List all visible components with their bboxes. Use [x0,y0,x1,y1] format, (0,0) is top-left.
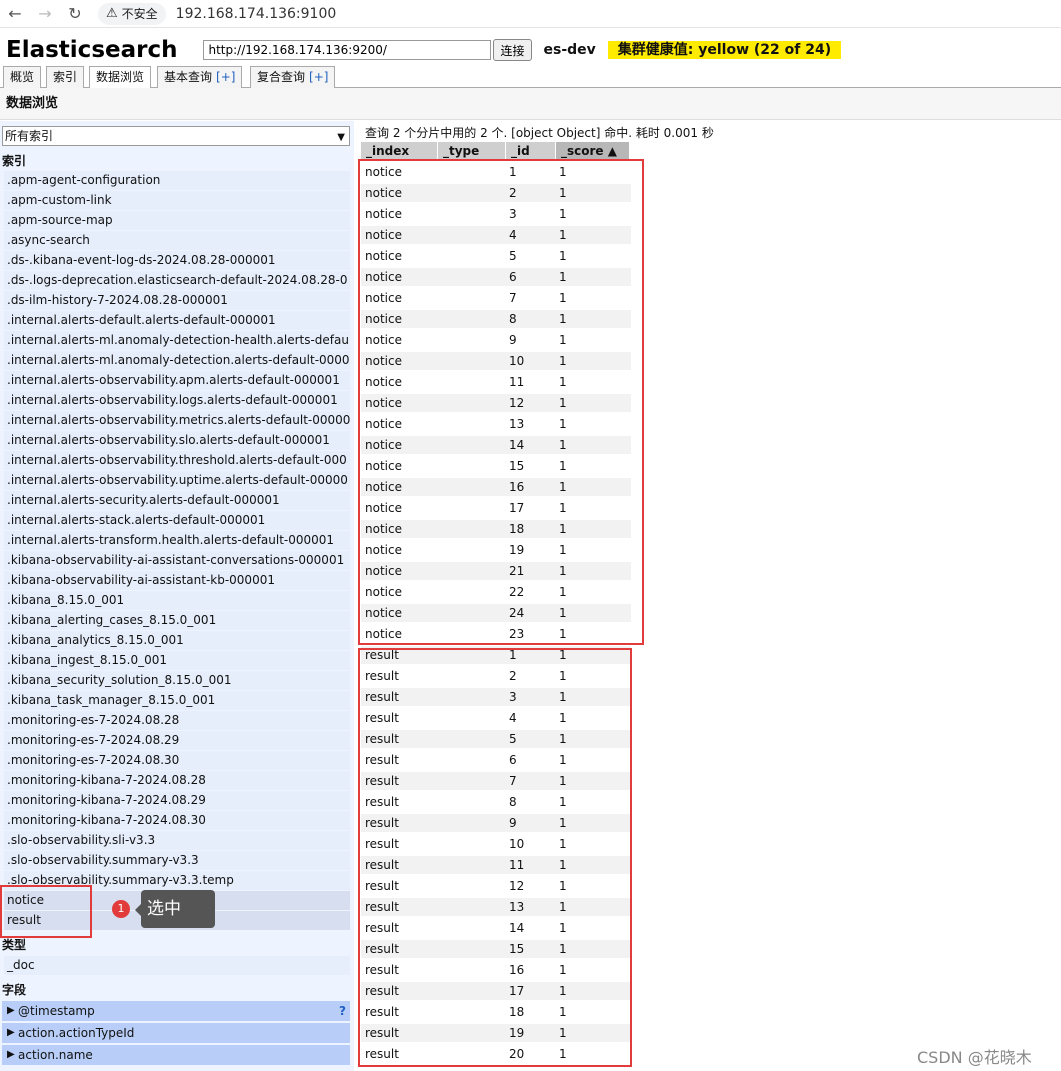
tab-add-link[interactable]: [+] [309,70,328,84]
tab-add-link[interactable]: [+] [216,70,235,84]
index-item[interactable]: .internal.alerts-ml.anomaly-detection.al… [4,351,350,370]
cluster-name: es-dev [543,42,596,58]
expand-triangle-icon: ▶ [7,1027,15,1038]
index-item[interactable]: .apm-agent-configuration [4,171,350,190]
field-item[interactable]: ▶ action.name [2,1045,350,1065]
warning-icon: ⚠ [106,6,118,21]
types-label: 类型 [2,938,27,952]
tab-basic-query[interactable]: 基本查询 [+] [157,66,243,88]
cluster-health-badge: 集群健康值: yellow (22 of 24) [607,41,842,59]
security-label: 不安全 [121,7,158,21]
index-item[interactable]: .kibana-observability-ai-assistant-kb-00… [4,571,350,590]
es-header: Elasticsearch 连接 es-dev 集群健康值: yellow (2… [0,36,1061,64]
index-item[interactable]: .monitoring-es-7-2024.08.28 [4,711,350,730]
index-item[interactable]: .async-search [4,231,350,250]
index-item[interactable]: .internal.alerts-default.alerts-default-… [4,311,350,330]
index-item[interactable]: .kibana-observability-ai-assistant-conve… [4,551,350,570]
index-select[interactable]: 所有索引 ▼ [2,126,350,146]
indices-label: 索引 [2,154,27,168]
index-item[interactable]: .slo-observability.sli-v3.3 [4,831,350,850]
index-item[interactable]: .internal.alerts-ml.anomaly-detection-he… [4,331,350,350]
index-item[interactable]: .kibana_analytics_8.15.0_001 [4,631,350,650]
connect-button[interactable]: 连接 [493,39,532,61]
connect-url-input[interactable] [203,40,492,60]
index-item[interactable]: .internal.alerts-transform.health.alerts… [4,531,350,550]
field-name: @timestamp [18,1004,95,1018]
tab-label: 复合查询 [257,70,306,84]
field-name: action.name [18,1048,93,1062]
address-bar[interactable]: ⚠ 不安全 192.168.174.136:9100 [98,2,337,25]
index-item[interactable]: .monitoring-es-7-2024.08.29 [4,731,350,750]
index-item[interactable]: .internal.alerts-observability.logs.aler… [4,391,350,410]
index-item[interactable]: .kibana_security_solution_8.15.0_001 [4,671,350,690]
expand-triangle-icon: ▶ [7,1005,15,1016]
security-chip[interactable]: ⚠ 不安全 [98,2,166,25]
index-item[interactable]: .internal.alerts-observability.metrics.a… [4,411,350,430]
forward-arrow-icon[interactable]: → [30,2,60,26]
index-item[interactable]: .slo-observability.summary-v3.3 [4,851,350,870]
highlight-result-results [358,648,632,1067]
index-item[interactable]: .internal.alerts-observability.uptime.al… [4,471,350,490]
tab-indices[interactable]: 索引 [46,66,85,88]
index-item[interactable]: .monitoring-kibana-7-2024.08.30 [4,811,350,830]
index-item[interactable]: .apm-source-map [4,211,350,230]
index-item[interactable]: .monitoring-es-7-2024.08.30 [4,751,350,770]
help-icon[interactable]: ? [339,1001,346,1021]
index-item[interactable]: .kibana_alerting_cases_8.15.0_001 [4,611,350,630]
chevron-down-icon: ▼ [337,132,345,143]
highlight-selected-indices [0,885,92,938]
tab-compound-query[interactable]: 复合查询 [+] [250,66,336,88]
app-logo: Elasticsearch [6,37,178,63]
highlight-notice-results [358,159,644,645]
index-item[interactable]: .ds-.logs-deprecation.elasticsearch-defa… [4,271,350,290]
query-summary: 查询 2 个分片中用的 2 个. [object Object] 命中. 耗时 … [365,126,714,140]
tab-label: 基本查询 [164,70,213,84]
annotation-tooltip: 选中 [135,890,215,928]
index-item[interactable]: .ds-.kibana-event-log-ds-2024.08.28-0000… [4,251,350,270]
reload-icon[interactable]: ↻ [60,2,90,26]
tab-label: 数据浏览 [96,70,145,84]
back-arrow-icon[interactable]: ← [0,2,30,26]
expand-triangle-icon: ▶ [7,1049,15,1060]
index-item[interactable]: .apm-custom-link [4,191,350,210]
tab-label: 概览 [10,70,35,84]
index-item[interactable]: .internal.alerts-observability.slo.alert… [4,431,350,450]
url-text[interactable]: 192.168.174.136:9100 [176,6,337,22]
browser-toolbar: ← → ↻ ⚠ 不安全 192.168.174.136:9100 [0,0,1061,28]
index-item[interactable]: .internal.alerts-observability.threshold… [4,451,350,470]
field-item[interactable]: ▶ @timestamp ? [2,1001,350,1021]
index-item[interactable]: .kibana_ingest_8.15.0_001 [4,651,350,670]
index-item[interactable]: .internal.alerts-stack.alerts-default-00… [4,511,350,530]
index-item[interactable]: .ds-ilm-history-7-2024.08.28-000001 [4,291,350,310]
step-badge: 1 [112,900,130,918]
watermark: CSDN @花晓木 [917,1048,1032,1067]
tab-overview[interactable]: 概览 [3,66,42,88]
index-item[interactable]: .monitoring-kibana-7-2024.08.28 [4,771,350,790]
tab-label: 索引 [53,70,78,84]
index-item[interactable]: .internal.alerts-security.alerts-default… [4,491,350,510]
tab-data-browser[interactable]: 数据浏览 [89,66,152,89]
field-item[interactable]: ▶ action.actionTypeId [2,1023,350,1043]
index-select-value: 所有索引 [5,129,54,143]
index-item[interactable]: .monitoring-kibana-7-2024.08.29 [4,791,350,810]
type-item-doc[interactable]: _doc [4,956,350,975]
section-title: 数据浏览 [0,88,1061,120]
fields-label: 字段 [2,983,27,997]
index-item[interactable]: .kibana_8.15.0_001 [4,591,350,610]
index-item[interactable]: .internal.alerts-observability.apm.alert… [4,371,350,390]
main-tabs: 概览 索引 数据浏览 基本查询 [+] 复合查询 [+] [0,66,1061,89]
index-item[interactable]: .kibana_task_manager_8.15.0_001 [4,691,350,710]
field-name: action.actionTypeId [18,1026,135,1040]
